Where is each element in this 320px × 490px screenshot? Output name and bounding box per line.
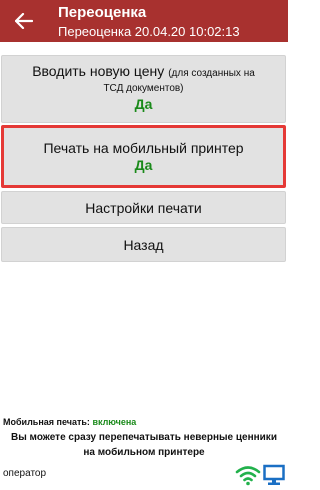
status-label: Мобильная печать: bbox=[3, 417, 90, 427]
notice-text: Вы можете сразу перепечатывать неверные … bbox=[0, 430, 288, 460]
back-arrow-icon[interactable] bbox=[10, 7, 38, 35]
enter-new-price-label: Вводить новую цену (для созданных на bbox=[32, 63, 255, 79]
print-settings-label: Настройки печати bbox=[85, 199, 202, 216]
enter-new-price-value: Да bbox=[134, 96, 153, 112]
monitor-icon bbox=[263, 464, 285, 486]
enter-new-price-note: ТСД документов) bbox=[103, 83, 184, 94]
print-settings-button[interactable]: Настройки печати bbox=[1, 191, 286, 224]
user-name: оператор bbox=[3, 468, 47, 479]
app-bar-titles: Переоценка Переоценка 20.04.20 10:02:13 bbox=[58, 4, 240, 40]
mobile-printer-button[interactable]: Печать на мобильный принтер Да bbox=[1, 125, 286, 188]
mobile-printer-value: Да bbox=[134, 157, 153, 173]
notice-line-1: Вы можете сразу перепечатывать неверные … bbox=[11, 432, 277, 443]
mobile-print-status: Мобильная печать: включена bbox=[3, 417, 136, 427]
wifi-icon bbox=[235, 464, 261, 486]
page-subtitle: Переоценка 20.04.20 10:02:13 bbox=[58, 24, 240, 39]
back-label: Назад bbox=[123, 236, 164, 253]
notice-line-2: на мобильном принтере bbox=[83, 447, 205, 458]
enter-new-price-button[interactable]: Вводить новую цену (для созданных на ТСД… bbox=[1, 55, 286, 123]
back-button[interactable]: Назад bbox=[1, 227, 286, 262]
status-value: включена bbox=[92, 417, 137, 427]
page-title: Переоценка bbox=[58, 4, 147, 21]
mobile-printer-label: Печать на мобильный принтер bbox=[43, 140, 244, 156]
app-bar: Переоценка Переоценка 20.04.20 10:02:13 bbox=[0, 0, 288, 42]
